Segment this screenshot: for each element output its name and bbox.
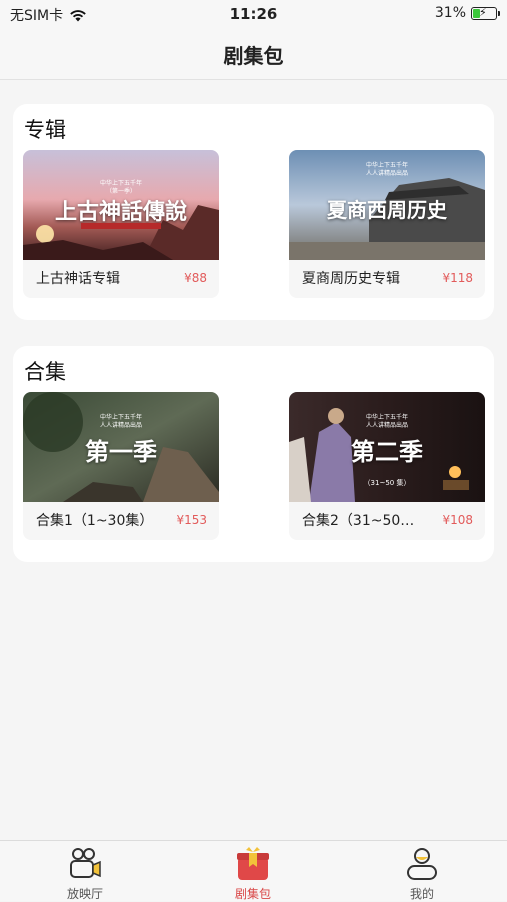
collection-section: 合集 中华上下五千年 人人讲精品出品 第一季 合集1（1~30集） ¥153 中…	[13, 346, 494, 562]
album-name: 上古神话专辑	[36, 271, 120, 287]
thumb-title: 第一季	[85, 437, 157, 466]
tab-label: 放映厅	[66, 887, 103, 901]
section-title-collection: 合集	[24, 360, 66, 384]
thumb-title: 夏商西周历史	[327, 198, 447, 222]
tab-mine[interactable]: 我的	[377, 845, 467, 902]
tab-screening-hall[interactable]: 放映厅	[40, 845, 130, 902]
album-price: ¥118	[442, 271, 473, 285]
navigation-bar: 剧集包	[0, 28, 507, 80]
camera-icon	[70, 848, 101, 878]
thumb-sub-label: 人人讲精品出品	[365, 170, 408, 177]
thumb-sub-label: 人人讲精品出品	[99, 422, 142, 429]
collection-price: ¥108	[442, 513, 473, 527]
thumb-title: 第二季	[351, 437, 423, 466]
album-price: ¥88	[184, 271, 207, 285]
tab-label: 剧集包	[234, 887, 271, 901]
album-card-xia-shang-zhou[interactable]: 中华上下五千年 人人讲精品出品 夏商西周历史 夏商周历史专辑 ¥118	[289, 150, 485, 298]
status-bar: 无SIM卡 11:26 31% ⚡	[0, 0, 507, 28]
collection-price: ¥153	[176, 513, 207, 527]
page-title: 剧集包	[223, 44, 284, 68]
thumb-sub-label: 人人讲精品出品	[365, 422, 408, 429]
tab-episode-packs[interactable]: 剧集包	[208, 845, 298, 902]
thumb-episodes-label: （31~50 集）	[363, 479, 411, 487]
battery-percent: 31%	[434, 5, 466, 21]
user-icon	[407, 848, 437, 880]
collection-name: 合集2（31~50…	[302, 513, 415, 529]
album-section: 专辑 中华上下五千年 （第一季） 上古神話傳說 上古神话专辑 ¥88 中华上下五…	[13, 104, 494, 320]
album-card-ancient-myths[interactable]: 中华上下五千年 （第一季） 上古神話傳說 上古神话专辑 ¥88	[23, 150, 219, 298]
thumb-title: 上古神話傳說	[54, 199, 187, 225]
section-title-album: 专辑	[24, 118, 66, 142]
album-name: 夏商周历史专辑	[302, 271, 400, 287]
battery-group: 31% ⚡	[434, 5, 500, 21]
tab-label: 我的	[409, 887, 434, 901]
status-time: 11:26	[229, 5, 278, 23]
collection-card-season-2[interactable]: 中华上下五千年 人人讲精品出品 第二季 （31~50 集） 合集2（31~50……	[289, 392, 485, 540]
thumb-red-band	[81, 223, 161, 229]
gift-box-icon	[237, 847, 269, 880]
collection-card-season-1[interactable]: 中华上下五千年 人人讲精品出品 第一季 合集1（1~30集） ¥153	[23, 392, 219, 540]
collection-name: 合集1（1~30集）	[36, 513, 154, 529]
tab-bar: 放映厅 剧集包 我的	[0, 840, 507, 901]
battery-icon: ⚡	[471, 6, 500, 20]
